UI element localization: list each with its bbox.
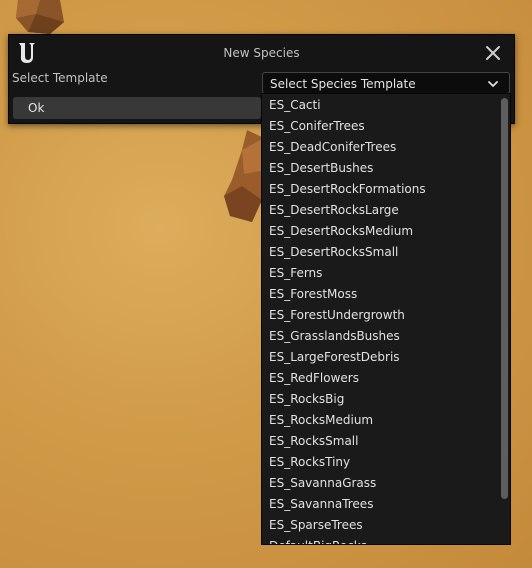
dropdown-item[interactable]: ES_LargeForestDebris [269,347,400,368]
dropdown-item[interactable]: ES_DesertRockFormations [269,179,426,200]
combobox-placeholder: Select Species Template [270,77,416,91]
dropdown-item[interactable]: ES_GrasslandsBushes [269,326,400,347]
dropdown-item[interactable]: ES_RocksMedium [269,410,373,431]
dialog-titlebar: New Species [9,35,514,71]
scrollbar-thumb[interactable] [501,98,508,499]
dropdown-item[interactable]: ES_RocksSmall [269,431,358,452]
dropdown-item[interactable]: ES_Ferns [269,263,322,284]
dropdown-item[interactable]: ES_SparseTrees [269,515,363,536]
ok-button-label: Ok [28,101,45,115]
dropdown-item[interactable]: ES_ConiferTrees [269,116,365,137]
dropdown-item[interactable]: ES_SavannaTrees [269,494,373,515]
dialog-title: New Species [223,46,300,60]
dropdown-item[interactable]: ES_RedFlowers [269,368,359,389]
dropdown-item[interactable]: ES_DesertRocksMedium [269,221,413,242]
dropdown-item[interactable]: ES_RocksBig [269,389,344,410]
dropdown-item[interactable]: ES_ForestMoss [269,284,357,305]
dropdown-item[interactable]: DefaultBigRocks [269,536,367,544]
species-template-dropdown-list: ES_Cacti ES_ConiferTrees ES_DeadConiferT… [261,93,511,545]
dropdown-item[interactable]: ES_DesertRocksLarge [269,200,399,221]
dropdown-scrollbar[interactable] [501,98,508,538]
chevron-down-icon [488,81,498,87]
background-rock-top-left [16,0,64,34]
select-template-label: Select Template [12,71,108,85]
close-icon[interactable] [484,44,502,62]
dropdown-item[interactable]: ES_DesertBushes [269,158,373,179]
dropdown-item[interactable]: ES_RocksTiny [269,452,350,473]
dropdown-item[interactable]: ES_SavannaGrass [269,473,376,494]
dropdown-item[interactable]: ES_ForestUndergrowth [269,305,405,326]
dropdown-item[interactable]: ES_DeadConiferTrees [269,137,396,158]
species-template-combobox[interactable]: Select Species Template [262,72,510,94]
dropdown-item[interactable]: ES_Cacti [269,95,321,116]
ok-button[interactable]: Ok [13,97,261,119]
dropdown-item[interactable]: ES_DesertRocksSmall [269,242,398,263]
